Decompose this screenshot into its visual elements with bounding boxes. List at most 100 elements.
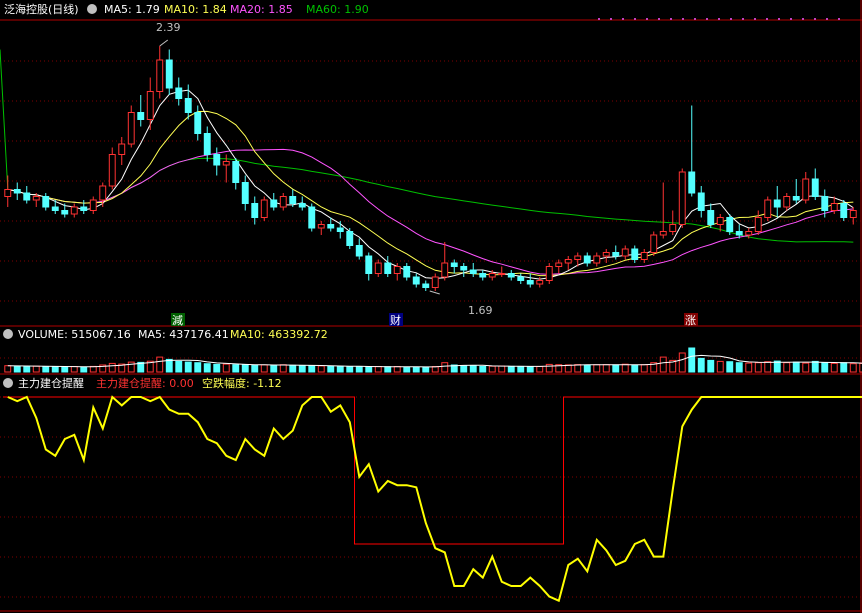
candle-body [222, 161, 230, 166]
volume-settings-icon[interactable] [3, 329, 13, 339]
volume-bar [707, 359, 715, 373]
candle-body [688, 171, 696, 194]
indicator-series [3, 395, 862, 603]
candle-body [545, 266, 553, 281]
low-pointer [429, 290, 440, 295]
volume-bar [441, 362, 449, 373]
candle-body [336, 227, 344, 232]
candle-body [251, 203, 259, 218]
candle-body [108, 154, 116, 187]
indicator-settings-icon[interactable] [3, 378, 13, 388]
volume-bar [403, 366, 411, 373]
volume-bar [4, 365, 12, 373]
event-marker-1-label: 減 [172, 313, 183, 327]
volume-bar [184, 361, 192, 373]
candle-body [279, 196, 287, 208]
candle-body [146, 91, 154, 120]
candle-body [469, 269, 477, 274]
volume-bar [488, 365, 496, 373]
candle-body [42, 196, 50, 208]
volume-bar [821, 362, 829, 373]
volume-bar [365, 366, 373, 373]
candle-body [327, 224, 335, 229]
ma60-legend: MA60: 1.90 [306, 3, 369, 16]
volume-series [4, 347, 862, 373]
candle-body [707, 210, 715, 225]
volume-bar [317, 365, 325, 373]
marker-dot [802, 18, 804, 20]
candle-body [241, 182, 249, 204]
volume-bar [792, 361, 800, 373]
grid-lines [0, 0, 862, 613]
volume-bar [70, 366, 78, 373]
marker-dot [682, 18, 684, 20]
indicator-line [7, 395, 862, 603]
event-marker-2-label: 财 [390, 313, 401, 327]
candle-body [51, 206, 59, 211]
volume-bar [517, 366, 525, 373]
marker-dot [730, 18, 732, 20]
candle-body [735, 231, 743, 236]
candle-body [70, 206, 78, 215]
candle-body [317, 224, 325, 229]
volume-bar [241, 364, 249, 373]
volume-bar [80, 366, 88, 373]
marker-dot [838, 18, 840, 20]
volume-bar [479, 365, 487, 373]
candle-body [308, 206, 316, 229]
candle-body [203, 133, 211, 155]
volume-bar [251, 364, 259, 373]
candle-body [745, 231, 753, 236]
volume-bar [659, 356, 667, 373]
volume-bar [384, 366, 392, 373]
candle-body [526, 280, 534, 285]
volume-bar [802, 362, 810, 373]
volume-bar [460, 365, 468, 373]
candle-body [270, 199, 278, 208]
volume-bar [602, 364, 610, 373]
settings-icon[interactable] [87, 4, 97, 14]
candle-body [659, 231, 667, 236]
volume-bar [536, 366, 544, 373]
candle-body [89, 199, 97, 211]
candle-body [811, 178, 819, 197]
candle-body [441, 262, 449, 278]
volume-bar [612, 364, 620, 373]
candle-body [754, 217, 762, 232]
candle-body [631, 248, 639, 260]
marker-dot [610, 18, 612, 20]
candle-body [80, 206, 88, 211]
marker-dot [766, 18, 768, 20]
volume-bar [194, 362, 202, 373]
candle-body [678, 171, 686, 225]
candle-body [289, 196, 297, 204]
candle-body [127, 112, 135, 145]
volume-bar [640, 364, 648, 373]
volume-bar [279, 364, 287, 373]
volume-bar [393, 366, 401, 373]
candle-body [184, 98, 192, 113]
candle-body [783, 196, 791, 208]
candle-body [764, 199, 772, 218]
candle-body [165, 59, 173, 89]
volume-bar [735, 362, 743, 373]
candle-body [194, 112, 202, 134]
volume-bar [498, 365, 506, 373]
candle-body [555, 262, 563, 267]
marker-dot [658, 18, 660, 20]
candle-body [175, 87, 183, 99]
volume-bar [745, 362, 753, 373]
volume-bar [621, 363, 629, 373]
marker-dot [790, 18, 792, 20]
candle-body [593, 255, 601, 264]
candle-body [32, 196, 40, 201]
volume-bar [678, 352, 686, 373]
volume-bar [260, 364, 268, 373]
volume-bar [61, 366, 69, 373]
volume-bar [716, 360, 724, 373]
candle-body [840, 203, 848, 218]
marker-dot [598, 18, 600, 20]
volume-bar [726, 361, 734, 373]
ma60-line [0, 49, 854, 243]
volume-bar [108, 362, 116, 373]
